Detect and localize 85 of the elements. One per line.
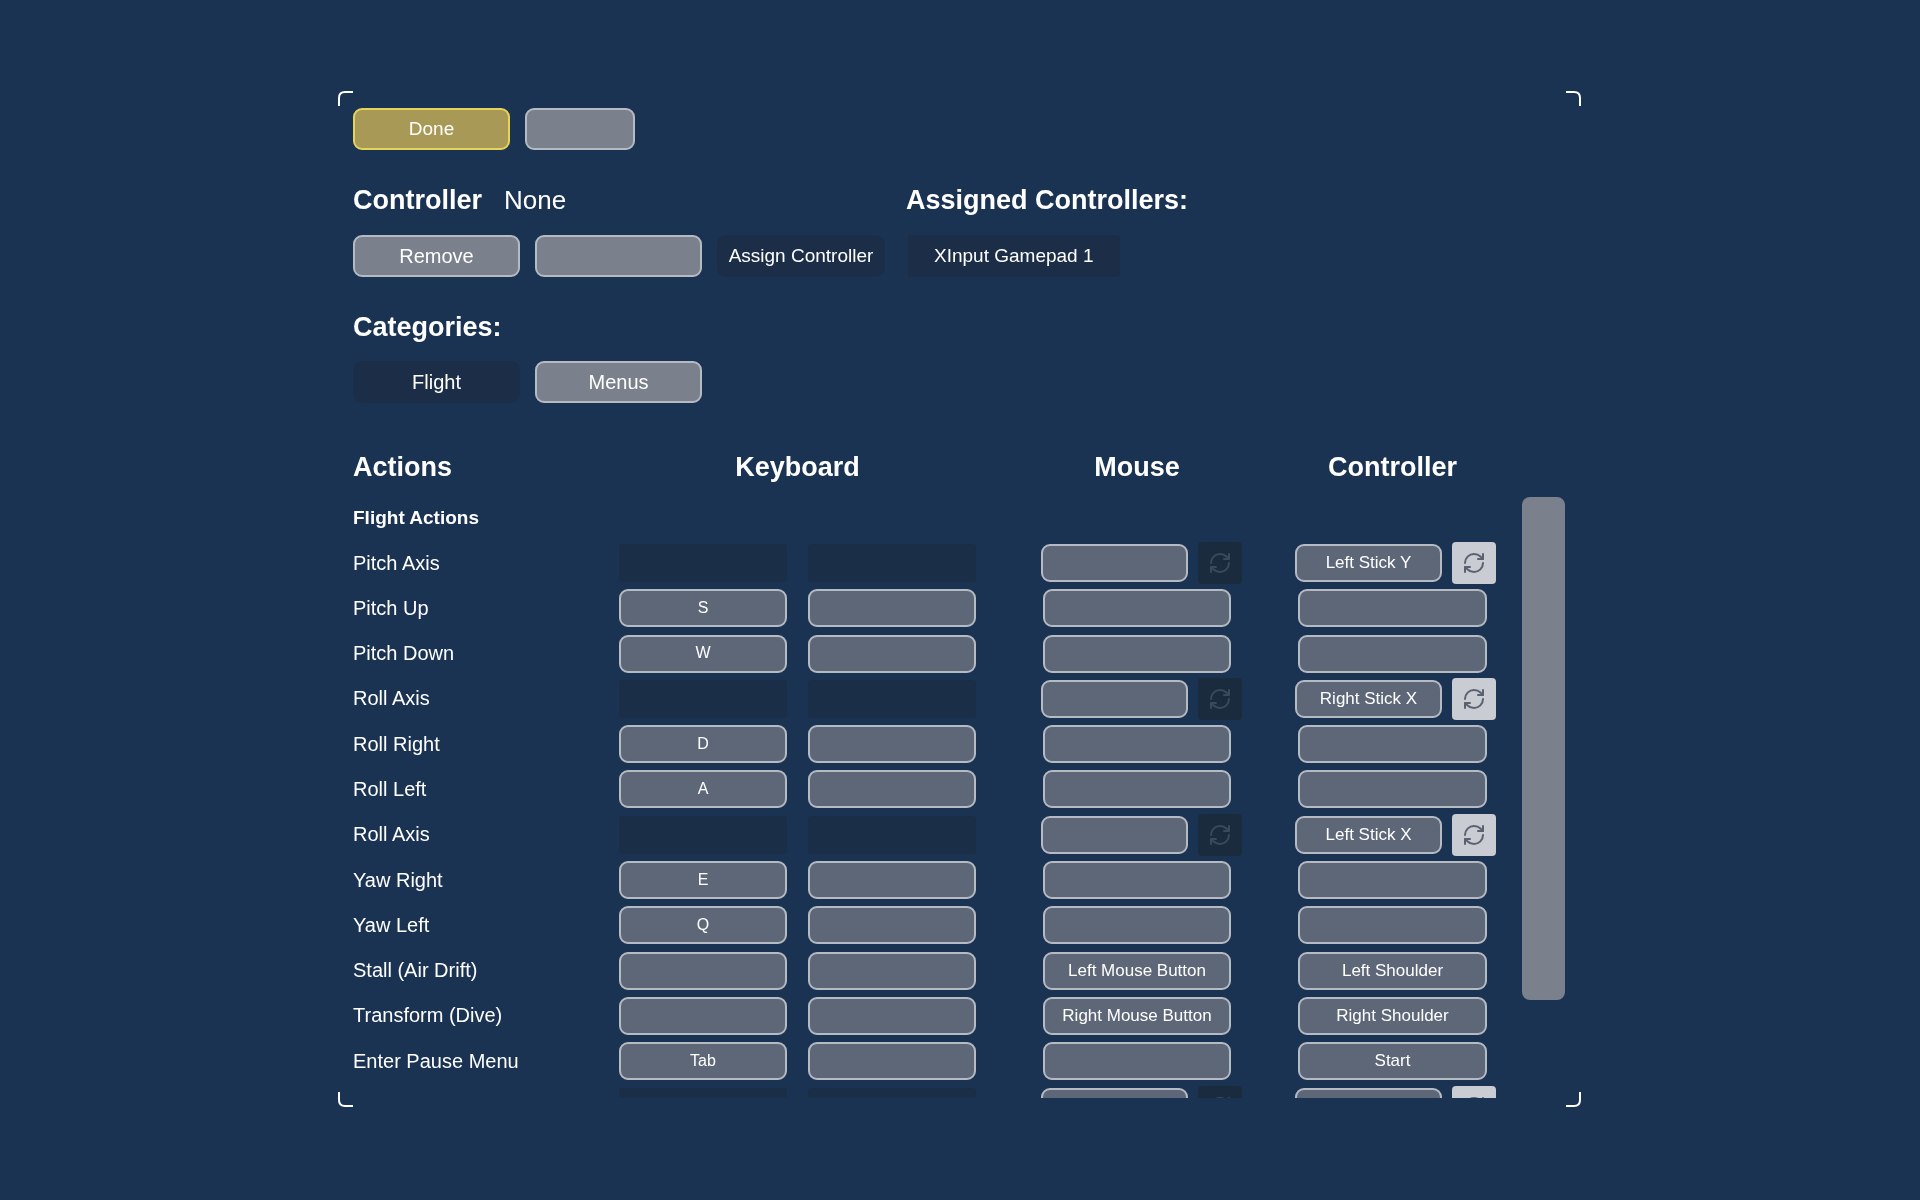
action-label: Enter Pause Menu bbox=[353, 1049, 520, 1073]
binding-button[interactable] bbox=[1298, 589, 1487, 628]
binding-button[interactable]: Start bbox=[1298, 1042, 1487, 1081]
binding-button[interactable]: Left Shoulder bbox=[1298, 951, 1487, 990]
action-label: Roll Right bbox=[353, 732, 441, 756]
binding-button[interactable]: A bbox=[619, 770, 787, 809]
binding-button[interactable]: Q bbox=[619, 906, 787, 945]
column-header: Mouse bbox=[1093, 451, 1181, 484]
controller-tag: XInput Gamepad 1 bbox=[908, 235, 1120, 277]
binding-button[interactable] bbox=[808, 861, 976, 900]
binding-button[interactable] bbox=[1043, 770, 1231, 809]
frame-corner bbox=[1564, 90, 1582, 108]
binding-button[interactable]: Right Shoulder bbox=[1298, 996, 1487, 1035]
binding-button[interactable] bbox=[808, 906, 976, 945]
frame-corner bbox=[337, 1090, 355, 1108]
binding-button[interactable]: E bbox=[619, 861, 787, 900]
column-header: Keyboard bbox=[734, 451, 861, 484]
binding-button[interactable] bbox=[808, 770, 976, 809]
cycle-arrows-icon bbox=[1208, 822, 1232, 847]
section-heading: Categories: bbox=[353, 311, 502, 344]
binding-button[interactable] bbox=[1043, 725, 1231, 764]
invert-toggle[interactable] bbox=[1198, 813, 1242, 856]
cycle-arrows-icon bbox=[1208, 551, 1232, 575]
binding-button[interactable]: Right Stick X bbox=[1295, 679, 1442, 718]
binding-button[interactable] bbox=[1041, 815, 1188, 854]
frame-corner bbox=[337, 90, 355, 108]
action-label: Pitch Down bbox=[353, 642, 456, 666]
category-tab[interactable]: Flight bbox=[353, 361, 520, 403]
column-header: Actions bbox=[353, 451, 453, 484]
scrollbar[interactable] bbox=[1522, 497, 1565, 1000]
binding-button[interactable]: Left Stick X bbox=[1295, 815, 1442, 854]
binding-button[interactable] bbox=[1043, 861, 1231, 900]
section-heading: Assigned Controllers: bbox=[906, 184, 1189, 217]
invert-toggle[interactable] bbox=[1452, 677, 1496, 720]
binding-button[interactable] bbox=[1298, 861, 1487, 900]
action-label: Yaw Left bbox=[353, 913, 431, 937]
action-label: Roll Axis bbox=[353, 687, 431, 711]
invert-toggle[interactable] bbox=[1198, 677, 1242, 720]
action-label: Yaw Right bbox=[353, 868, 444, 892]
binding-button[interactable] bbox=[808, 634, 976, 673]
invert-toggle[interactable] bbox=[1198, 542, 1242, 584]
binding-button[interactable] bbox=[1043, 906, 1231, 945]
invert-toggle[interactable] bbox=[1452, 542, 1496, 584]
binding-button[interactable] bbox=[1298, 906, 1487, 945]
category-tab[interactable]: Menus bbox=[535, 361, 702, 403]
binding-button[interactable] bbox=[1043, 634, 1231, 673]
frame-corner bbox=[1564, 1090, 1582, 1108]
binding-button[interactable] bbox=[808, 951, 976, 990]
action-label: Roll Left bbox=[353, 778, 428, 801]
cycle-arrows-icon bbox=[1208, 686, 1232, 711]
binding-button[interactable]: Tab bbox=[619, 1042, 787, 1081]
binding-button[interactable] bbox=[808, 996, 976, 1035]
action-label: Pitch Up bbox=[353, 596, 430, 620]
binding-button[interactable] bbox=[808, 725, 976, 764]
binding-button[interactable] bbox=[619, 951, 787, 990]
binding-button[interactable]: D bbox=[619, 725, 787, 764]
binding-button[interactable] bbox=[808, 1042, 976, 1081]
binding-button[interactable] bbox=[1041, 679, 1188, 718]
cycle-arrows-icon bbox=[1462, 551, 1486, 575]
binding-button[interactable] bbox=[808, 589, 976, 628]
binding-button[interactable] bbox=[1298, 634, 1487, 673]
action-label: Roll Axis bbox=[353, 823, 431, 847]
binding-button[interactable]: W bbox=[619, 634, 787, 673]
binding-button[interactable]: Left Stick Y bbox=[1295, 544, 1442, 582]
action-label: Transform (Dive) bbox=[353, 1004, 504, 1028]
section-heading: Controller bbox=[353, 184, 482, 217]
binding-button[interactable]: Right Mouse Button bbox=[1043, 996, 1231, 1035]
cycle-arrows-icon bbox=[1462, 822, 1486, 847]
action-label: Pitch Axis bbox=[353, 551, 441, 575]
binding-button[interactable] bbox=[1298, 725, 1487, 764]
section-title: Flight Actions bbox=[353, 506, 480, 530]
binding-button[interactable] bbox=[1041, 544, 1188, 582]
controller-value: None bbox=[504, 184, 567, 217]
assign-controller-button[interactable]: Assign Controller bbox=[717, 235, 885, 277]
binding-button[interactable]: Left Mouse Button bbox=[1043, 951, 1231, 990]
binding-button[interactable] bbox=[1043, 1042, 1231, 1081]
action-label: Stall (Air Drift) bbox=[353, 959, 479, 983]
binding-button[interactable] bbox=[619, 996, 787, 1035]
binding-button[interactable] bbox=[1043, 589, 1231, 628]
invert-toggle[interactable] bbox=[1452, 813, 1496, 856]
binding-button[interactable]: S bbox=[619, 589, 787, 628]
controller-button[interactable]: Remove bbox=[353, 235, 520, 277]
column-header: Controller bbox=[1327, 451, 1458, 484]
binding-button[interactable] bbox=[1298, 770, 1487, 809]
cycle-arrows-icon bbox=[1462, 686, 1486, 711]
